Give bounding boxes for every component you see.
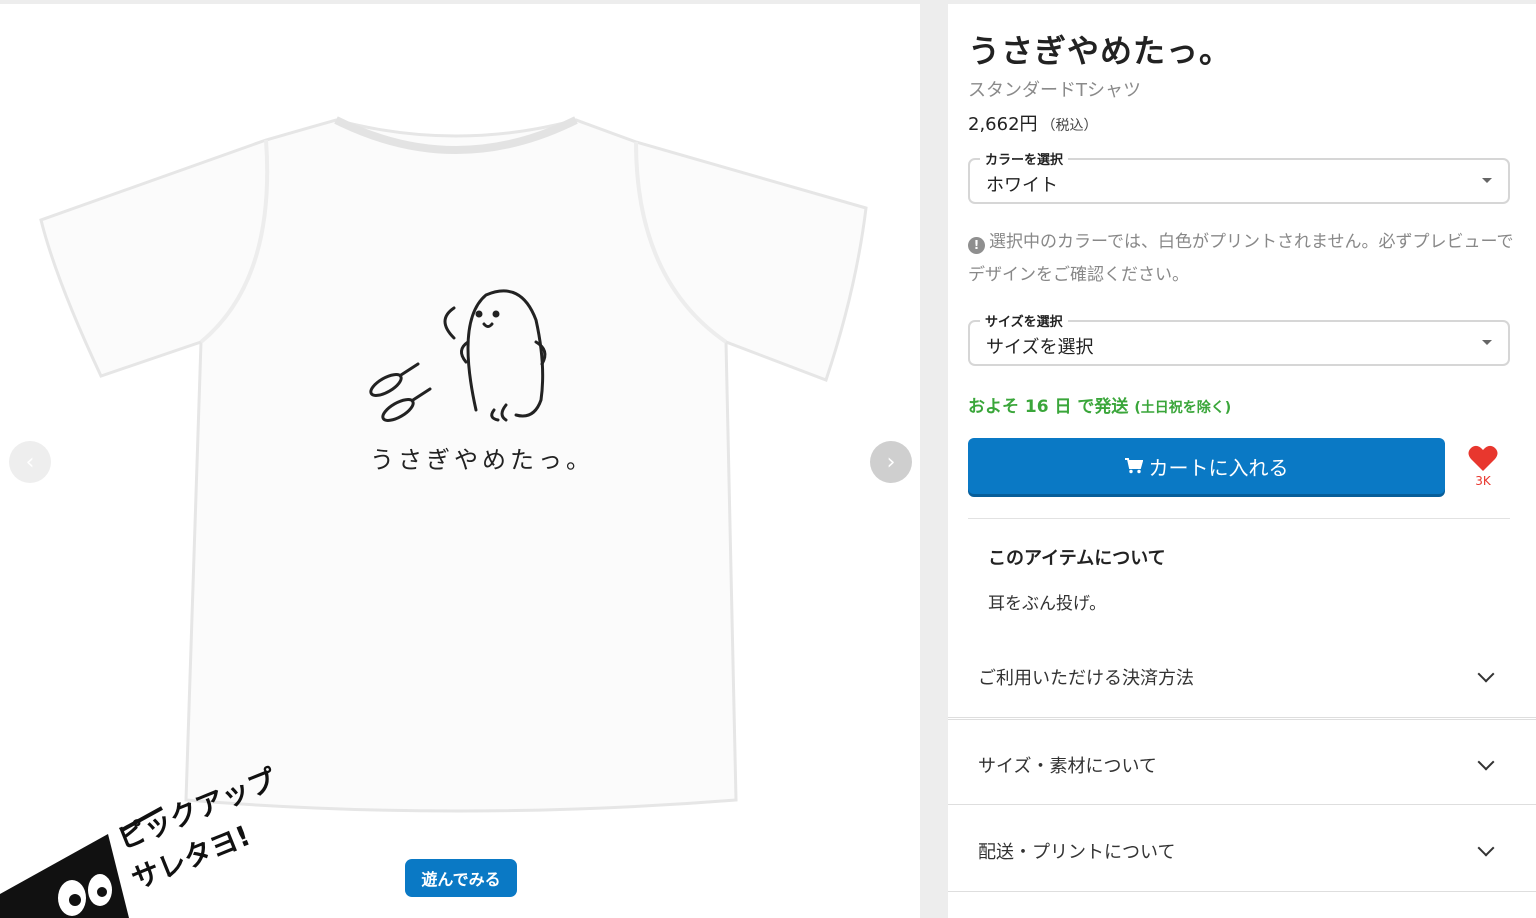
- about-title: このアイテムについて: [988, 548, 1166, 569]
- divider: [968, 518, 1510, 519]
- chevron-right-icon: ›: [886, 449, 896, 475]
- accordion-payment-label: ご利用いただける決済方法: [978, 668, 1194, 689]
- favorite-count: 3K: [1475, 474, 1491, 488]
- chevron-left-icon: ‹: [25, 449, 35, 475]
- accordion-size-label: サイズ・素材について: [978, 756, 1157, 777]
- add-to-cart-button[interactable]: カートに入れる: [968, 438, 1445, 494]
- next-image-button[interactable]: ›: [870, 441, 912, 483]
- size-select[interactable]: サイズを選択 サイズを選択: [968, 311, 1510, 366]
- accordion-shipping-print[interactable]: 配送・プリントについて: [948, 806, 1536, 892]
- shipping-estimate: およそ 16 日 で発送 (土日祝を除く): [968, 392, 1231, 417]
- product-type: スタンダードTシャツ: [968, 80, 1141, 101]
- cart-icon: [1124, 458, 1143, 474]
- product-price: 2,662円 （税込）: [968, 110, 1098, 136]
- tshirt-image: うさぎやめたっ。: [39, 116, 868, 813]
- chevron-down-icon: [1477, 839, 1495, 857]
- color-select-legend: カラーを選択: [980, 149, 1069, 168]
- product-gallery: うさぎやめたっ。 ‹ › 遊んでみる: [0, 4, 920, 918]
- shirt-print-text: うさぎやめたっ。: [370, 447, 594, 474]
- accordion-size-material[interactable]: サイズ・素材について: [948, 719, 1536, 805]
- play-button[interactable]: 遊んでみる: [405, 859, 517, 897]
- price-value: 2,662円: [968, 114, 1038, 135]
- favorite-button[interactable]: 3K: [1466, 444, 1500, 488]
- color-notice-text: 選択中のカラーでは、白色がプリントされません。必ずプレビューでデザインをご確認く…: [968, 232, 1514, 285]
- accordion-payment[interactable]: ご利用いただける決済方法: [948, 632, 1536, 718]
- size-select-value: サイズを選択: [986, 337, 1094, 358]
- size-select-legend: サイズを選択: [980, 311, 1068, 330]
- tax-note: （税込）: [1041, 118, 1098, 134]
- color-select-value: ホワイト: [986, 175, 1058, 196]
- color-select[interactable]: カラーを選択 ホワイト: [968, 149, 1510, 204]
- chevron-down-icon: [1477, 753, 1495, 771]
- about-text: 耳をぶん投げ。: [988, 594, 1107, 614]
- prev-image-button[interactable]: ‹: [9, 441, 51, 483]
- caret-down-icon: [1482, 340, 1492, 345]
- heart-icon: [1468, 445, 1498, 471]
- color-notice: ! 選択中のカラーでは、白色がプリントされません。必ずプレビューでデザインをご確認…: [968, 226, 1518, 292]
- shipping-main: およそ 16 日 で発送: [968, 397, 1129, 417]
- chevron-down-icon: [1477, 665, 1495, 683]
- caret-down-icon: [1482, 178, 1492, 183]
- info-icon: !: [968, 237, 985, 254]
- add-to-cart-label: カートに入れる: [1148, 455, 1289, 480]
- product-detail-panel: うさぎやめたっ。 スタンダードTシャツ 2,662円 （税込） カラーを選択 ホワ…: [948, 4, 1536, 918]
- product-title: うさぎやめたっ。: [968, 32, 1233, 70]
- accordion-shipping-label: 配送・プリントについて: [978, 842, 1176, 863]
- shipping-note: (土日祝を除く): [1134, 400, 1232, 416]
